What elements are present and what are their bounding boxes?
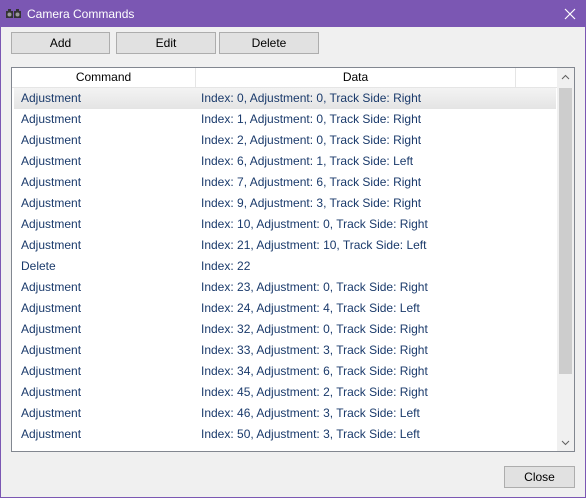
table-row[interactable]: Adjustment Index: 45, Adjustment: 2, Trac… <box>14 382 556 403</box>
data-cell: Index: 23, Adjustment: 0, Track Side: Ri… <box>201 280 428 294</box>
data-cell: Index: 33, Adjustment: 3, Track Side: Ri… <box>201 343 428 357</box>
vertical-scrollbar[interactable] <box>557 68 574 451</box>
command-cell: Adjustment <box>21 322 82 336</box>
delete-button[interactable]: Delete <box>219 32 319 54</box>
camera-icon <box>5 7 23 21</box>
scrollbar-thumb[interactable] <box>559 88 572 374</box>
data-cell: Index: 9, Adjustment: 3, Track Side: Rig… <box>201 196 422 210</box>
window-title: Camera Commands <box>27 7 135 21</box>
command-cell: Adjustment <box>21 280 82 294</box>
command-cell: Adjustment <box>21 175 82 189</box>
command-cell: Adjustment <box>21 133 82 147</box>
command-cell: Adjustment <box>21 217 82 231</box>
add-button[interactable]: Add <box>11 32 110 54</box>
command-cell: Adjustment <box>21 196 82 210</box>
table-row[interactable]: Adjustment Index: 50, Adjustment: 3, Trac… <box>14 424 556 445</box>
data-cell: Index: 45, Adjustment: 2, Track Side: Ri… <box>201 385 428 399</box>
title-bar[interactable]: Camera Commands <box>1 1 585 27</box>
chevron-up-icon[interactable] <box>557 68 574 85</box>
table-row[interactable]: Adjustment Index: 32, Adjustment: 0, Trac… <box>14 319 556 340</box>
command-cell: Adjustment <box>21 406 82 420</box>
command-cell: Adjustment <box>21 238 82 252</box>
data-cell: Index: 1, Adjustment: 0, Track Side: Rig… <box>201 112 422 126</box>
command-cell: Adjustment <box>21 364 82 378</box>
table-row[interactable]: Adjustment Index: 6, Adjustment: 1, Track… <box>14 151 556 172</box>
data-cell: Index: 24, Adjustment: 4, Track Side: Le… <box>201 301 420 315</box>
data-cell: Index: 10, Adjustment: 0, Track Side: Ri… <box>201 217 428 231</box>
table-row[interactable]: Adjustment Index: 33, Adjustment: 3, Trac… <box>14 340 556 361</box>
table-row[interactable]: Adjustment Index: 10, Adjustment: 0, Trac… <box>14 214 556 235</box>
column-header-command[interactable]: Command <box>12 68 196 87</box>
data-cell: Index: 22 <box>201 259 251 273</box>
command-cell: Adjustment <box>21 385 82 399</box>
command-cell: Adjustment <box>21 91 82 105</box>
command-cell: Adjustment <box>21 112 82 126</box>
close-icon[interactable] <box>555 1 585 27</box>
commands-list[interactable]: Command Data Adjustment Index: 0, Adjustm… <box>11 67 575 452</box>
data-cell: Index: 21, Adjustment: 10, Track Side: L… <box>201 238 427 252</box>
table-row[interactable]: Adjustment Index: 9, Adjustment: 3, Track… <box>14 193 556 214</box>
command-cell: Adjustment <box>21 301 82 315</box>
data-cell: Index: 32, Adjustment: 0, Track Side: Ri… <box>201 322 428 336</box>
list-header: Command Data <box>12 68 558 88</box>
data-cell: Index: 6, Adjustment: 1, Track Side: Lef… <box>201 154 414 168</box>
data-cell: Index: 46, Adjustment: 3, Track Side: Le… <box>201 406 420 420</box>
command-cell: Adjustment <box>21 343 82 357</box>
column-header-data[interactable]: Data <box>196 68 516 87</box>
close-button[interactable]: Close <box>504 466 575 488</box>
table-row[interactable]: Delete Index: 22 <box>14 256 556 277</box>
command-cell: Adjustment <box>21 427 82 441</box>
chevron-down-icon[interactable] <box>557 434 574 451</box>
table-row[interactable]: Adjustment Index: 24, Adjustment: 4, Trac… <box>14 298 556 319</box>
data-cell: Index: 7, Adjustment: 6, Track Side: Rig… <box>201 175 422 189</box>
table-row[interactable]: Adjustment Index: 21, Adjustment: 10, Tra… <box>14 235 556 256</box>
data-cell: Index: 2, Adjustment: 0, Track Side: Rig… <box>201 133 422 147</box>
table-row[interactable]: Adjustment Index: 46, Adjustment: 3, Trac… <box>14 403 556 424</box>
edit-button[interactable]: Edit <box>116 32 216 54</box>
table-row[interactable]: Adjustment Index: 2, Adjustment: 0, Track… <box>14 130 556 151</box>
command-cell: Adjustment <box>21 154 82 168</box>
table-row[interactable]: Adjustment Index: 0, Adjustment: 0, Track… <box>14 88 556 109</box>
camera-commands-window: Camera Commands Add Edit Delete Command … <box>0 0 586 498</box>
data-cell: Index: 0, Adjustment: 0, Track Side: Rig… <box>201 91 422 105</box>
table-row[interactable]: Adjustment Index: 34, Adjustment: 6, Trac… <box>14 361 556 382</box>
table-row[interactable]: Adjustment Index: 23, Adjustment: 0, Trac… <box>14 277 556 298</box>
data-cell: Index: 50, Adjustment: 3, Track Side: Le… <box>201 427 420 441</box>
list-rows: Adjustment Index: 0, Adjustment: 0, Track… <box>14 88 556 445</box>
table-row[interactable]: Adjustment Index: 7, Adjustment: 6, Track… <box>14 172 556 193</box>
command-cell: Delete <box>21 259 56 273</box>
data-cell: Index: 34, Adjustment: 6, Track Side: Ri… <box>201 364 428 378</box>
table-row[interactable]: Adjustment Index: 1, Adjustment: 0, Track… <box>14 109 556 130</box>
